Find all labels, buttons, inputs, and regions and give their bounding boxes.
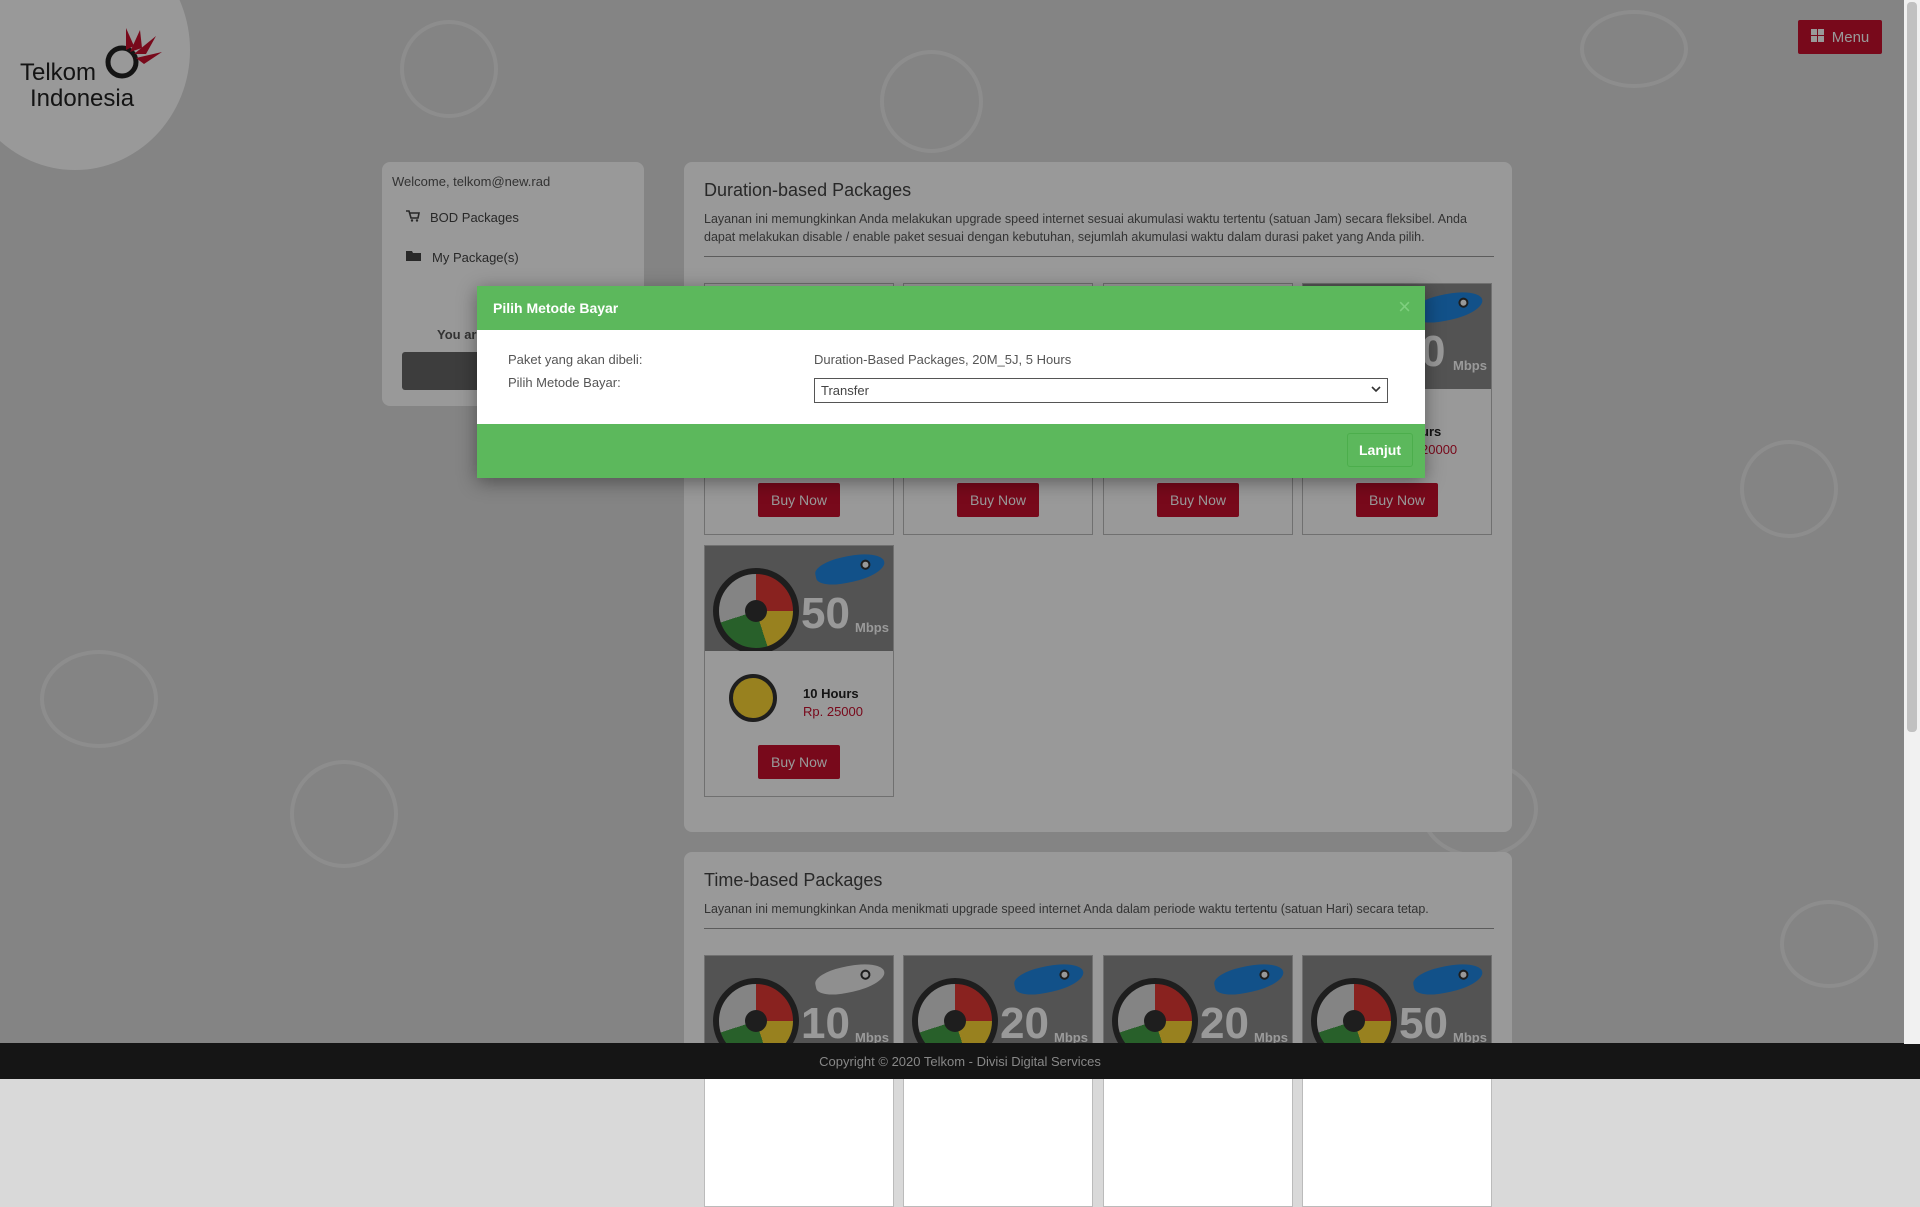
payment-method-select[interactable]: Transfer <box>814 378 1388 403</box>
page-scrollbar[interactable] <box>1904 0 1920 1044</box>
close-icon[interactable]: × <box>1398 294 1411 320</box>
modal-backdrop[interactable] <box>0 0 1920 1079</box>
copyright-text: Copyright © 2020 Telkom - Divisi Digital… <box>819 1053 1101 1069</box>
modal-body: Paket yang akan dibeli: Duration-Based P… <box>477 330 1425 424</box>
modal-title: Pilih Metode Bayar <box>493 300 619 316</box>
chevron-down-icon <box>1371 384 1381 396</box>
modal-header: Pilih Metode Bayar × <box>477 286 1425 330</box>
package-label: Paket yang akan dibeli: <box>508 352 643 367</box>
footer: Copyright © 2020 Telkom - Divisi Digital… <box>0 1043 1920 1079</box>
modal-footer: Lanjut <box>477 424 1425 478</box>
payment-method-modal: Pilih Metode Bayar × Paket yang akan dib… <box>477 286 1425 478</box>
continue-button[interactable]: Lanjut <box>1347 433 1413 467</box>
payment-method-label: Pilih Metode Bayar: <box>508 375 621 390</box>
scrollbar-thumb[interactable] <box>1907 2 1917 732</box>
package-value: Duration-Based Packages, 20M_5J, 5 Hours <box>814 352 1072 367</box>
payment-method-selected: Transfer <box>821 383 869 398</box>
